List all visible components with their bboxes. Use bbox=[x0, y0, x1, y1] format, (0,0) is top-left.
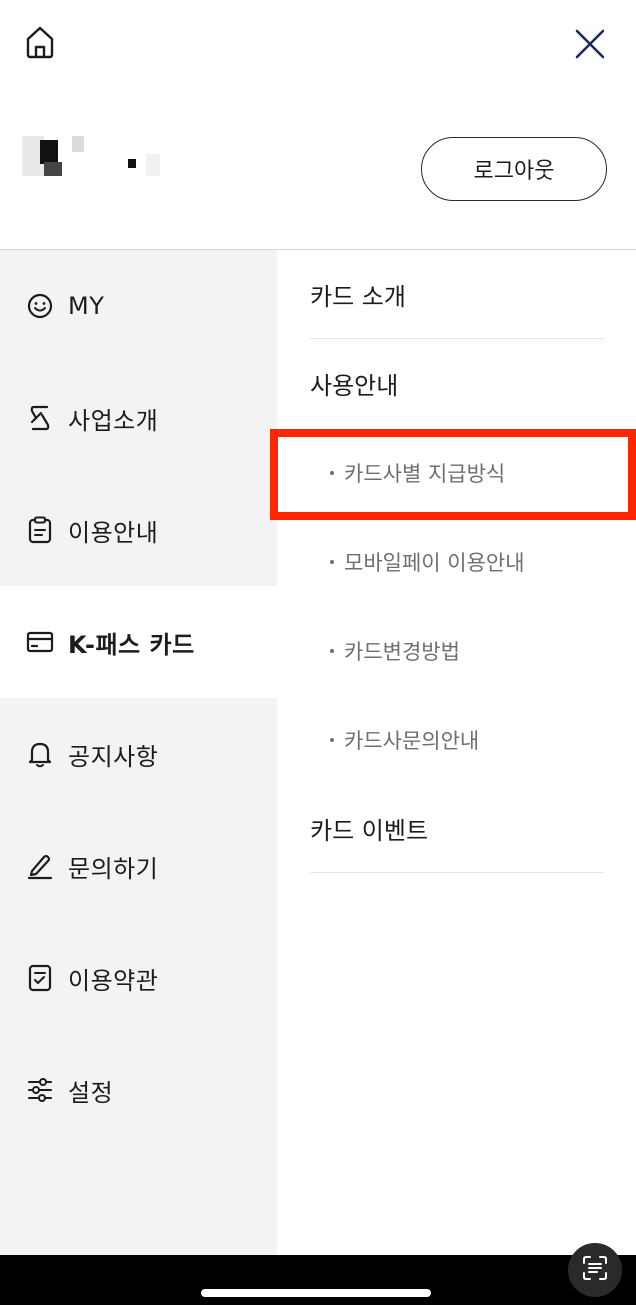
menu-header: 로그아웃 bbox=[0, 0, 636, 250]
checklist-icon bbox=[26, 964, 54, 992]
nav-label: 사업소개 bbox=[68, 406, 159, 435]
home-indicator[interactable] bbox=[201, 1289, 431, 1297]
bell-icon bbox=[26, 740, 54, 768]
kpass-card-submenu: 카드 소개 사용안내 카드사별 지급방식 모바일페이 이용안내 카드변경방법 카… bbox=[277, 250, 636, 1255]
scan-button[interactable] bbox=[568, 1243, 622, 1297]
menu-screen: 로그아웃 MY 사업소개 이용안내 K-패스 카드 공지사항 문의하기 이용약관… bbox=[0, 0, 636, 1305]
nav-label: 문의하기 bbox=[68, 854, 159, 883]
nav-label: K-패스 카드 bbox=[68, 630, 195, 659]
bullet-icon bbox=[330, 737, 334, 742]
submenu-item-label: 카드사별 지급방식 bbox=[344, 461, 506, 486]
bullet-icon bbox=[330, 648, 334, 653]
nav-item-settings[interactable]: 설정 bbox=[0, 1034, 277, 1146]
pencil-icon bbox=[26, 852, 54, 880]
submenu-item-card-change[interactable]: 카드변경방법 bbox=[310, 606, 604, 695]
nav-item-terms[interactable]: 이용약관 bbox=[0, 922, 277, 1034]
submenu-item-label: 카드변경방법 bbox=[344, 639, 460, 664]
nav-label: 설정 bbox=[68, 1078, 114, 1107]
nav-label: 공지사항 bbox=[68, 742, 159, 771]
nav-item-inquiry[interactable]: 문의하기 bbox=[0, 810, 277, 922]
nav-item-notice[interactable]: 공지사항 bbox=[0, 698, 277, 810]
submenu-card-event[interactable]: 카드 이벤트 bbox=[310, 784, 604, 873]
nav-label: 이용약관 bbox=[68, 966, 159, 995]
card-icon bbox=[26, 628, 54, 656]
home-button[interactable] bbox=[22, 26, 58, 62]
smile-icon bbox=[26, 292, 54, 320]
brand-logo-icon bbox=[26, 404, 54, 432]
submenu-item-label: 모바일페이 이용안내 bbox=[344, 550, 525, 575]
clipboard-icon bbox=[26, 516, 54, 544]
logout-button[interactable]: 로그아웃 bbox=[421, 137, 607, 201]
nav-item-my[interactable]: MY bbox=[0, 250, 277, 362]
nav-item-business-intro[interactable]: 사업소개 bbox=[0, 362, 277, 474]
system-bottom-bar bbox=[0, 1255, 636, 1305]
bullet-icon bbox=[330, 559, 334, 564]
nav-label: MY bbox=[68, 292, 105, 320]
home-icon bbox=[24, 25, 56, 63]
submenu-item-mobile-pay-guide[interactable]: 모바일페이 이용안내 bbox=[310, 517, 604, 606]
sliders-icon bbox=[26, 1076, 54, 1104]
submenu-item-card-company-inquiry[interactable]: 카드사문의안내 bbox=[310, 695, 604, 784]
submenu-item-label: 카드사문의안내 bbox=[344, 728, 480, 753]
nav-item-usage-guide[interactable]: 이용안내 bbox=[0, 474, 277, 586]
main-nav: MY 사업소개 이용안내 K-패스 카드 공지사항 문의하기 이용약관 설정 bbox=[0, 250, 277, 1255]
submenu-item-card-payment-method[interactable]: 카드사별 지급방식 bbox=[310, 428, 604, 517]
close-button[interactable] bbox=[570, 26, 610, 66]
close-icon bbox=[575, 29, 605, 63]
user-name-redacted bbox=[22, 132, 192, 184]
nav-item-kpass-card[interactable]: K-패스 카드 bbox=[0, 586, 277, 698]
nav-label: 이용안내 bbox=[68, 518, 159, 547]
bullet-icon bbox=[330, 470, 334, 475]
submenu-usage-guide[interactable]: 사용안내 bbox=[310, 339, 604, 427]
scan-text-icon bbox=[581, 1254, 609, 1286]
submenu-card-intro[interactable]: 카드 소개 bbox=[310, 250, 604, 339]
